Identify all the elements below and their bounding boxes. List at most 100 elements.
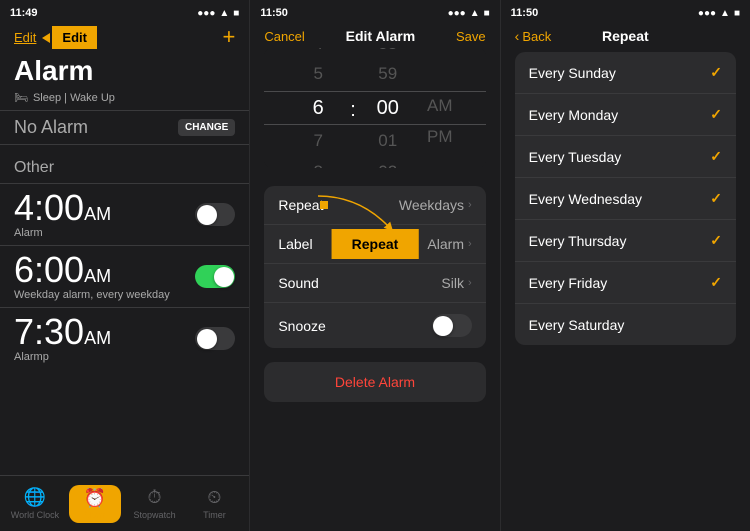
battery-icon-2: ■ xyxy=(484,8,490,19)
label-value-text: Alarm xyxy=(427,236,464,252)
alarm-time-1: 4:00AM xyxy=(14,190,111,226)
world-clock-icon: 🌐 xyxy=(24,487,46,508)
sound-label: Sound xyxy=(278,275,318,291)
nav-stopwatch[interactable]: ⏱ Stopwatch xyxy=(125,487,185,520)
minute-item-01: 01 xyxy=(358,126,418,157)
repeat-monday-row[interactable]: Every Monday ✓ xyxy=(515,94,736,136)
alarm-toggle-3[interactable] xyxy=(195,327,235,350)
repeat-thursday-row[interactable]: Every Thursday ✓ xyxy=(515,220,736,262)
signal-icon: ●●● xyxy=(197,8,215,19)
alarm-sub-3: Alarmp xyxy=(14,351,111,363)
sleep-label: Sleep | Wake Up xyxy=(33,92,115,104)
alarm-sub-2: Weekday alarm, every weekday xyxy=(14,289,170,301)
repeat-wednesday-row[interactable]: Every Wednesday ✓ xyxy=(515,178,736,220)
delete-alarm-button[interactable]: Delete Alarm xyxy=(264,362,485,402)
panel2-nav: Cancel Edit Alarm Save xyxy=(250,22,499,48)
wifi-icon-2: ▲ xyxy=(470,8,480,19)
alarm-sub-1: Alarm xyxy=(14,227,111,239)
status-bar-2: 11:50 ●●● ▲ ■ xyxy=(250,0,499,22)
thursday-checkmark: ✓ xyxy=(710,232,722,249)
back-label: Back xyxy=(522,29,551,44)
panel3-nav: ‹ Back Repeat xyxy=(501,22,750,52)
minute-picker-col[interactable]: 58 59 00 01 02 xyxy=(358,48,418,168)
minute-item-00: 00 xyxy=(358,90,418,126)
label-value: Alarm › xyxy=(427,236,471,252)
edit-alarm-panel: 11:50 ●●● ▲ ■ Cancel Edit Alarm Save 4 5… xyxy=(250,0,500,531)
snooze-row[interactable]: Snooze xyxy=(264,303,485,348)
no-alarm-row: No Alarm CHANGE xyxy=(0,110,249,145)
minute-item-02: 02 xyxy=(358,157,418,168)
status-time-1: 11:49 xyxy=(10,7,38,19)
repeat-value-text: Weekdays xyxy=(399,197,464,213)
bottom-nav: 🌐 World Clock ⏰ Alarm ⏱ Stopwatch ⏲ Time… xyxy=(0,475,249,531)
repeat-saturday-row[interactable]: Every Saturday ✓ xyxy=(515,304,736,345)
timer-icon: ⏲ xyxy=(207,487,221,508)
tuesday-label: Every Tuesday xyxy=(529,149,622,165)
minute-item-58: 58 xyxy=(358,48,418,59)
alarm-toggle-2[interactable] xyxy=(195,265,235,288)
nav-world-clock[interactable]: 🌐 World Clock xyxy=(5,487,65,520)
sleep-wakup-row: 🛏 Sleep | Wake Up xyxy=(0,89,249,110)
repeat-title: Repeat xyxy=(602,28,649,44)
status-time-2: 11:50 xyxy=(260,7,288,19)
add-alarm-button[interactable]: + xyxy=(222,26,235,48)
snooze-toggle[interactable] xyxy=(432,314,472,337)
alarm-item-3[interactable]: 7:30AM Alarmp xyxy=(0,307,249,369)
tuesday-checkmark: ✓ xyxy=(710,148,722,165)
repeat-value: Weekdays › xyxy=(399,197,472,213)
other-section-label: Other xyxy=(0,155,249,183)
wednesday-checkmark: ✓ xyxy=(710,190,722,207)
nav-timer[interactable]: ⏲ Timer xyxy=(184,487,244,520)
back-button[interactable]: ‹ Back xyxy=(515,28,552,44)
sound-value: Silk › xyxy=(441,275,471,291)
repeat-panel: 11:50 ●●● ▲ ■ ‹ Back Repeat Every Sunday… xyxy=(501,0,750,531)
label-label: Label xyxy=(278,236,312,252)
sound-row[interactable]: Sound Silk › xyxy=(264,264,485,303)
settings-group: Repeat Weekdays › Label Alarm › Repeat xyxy=(264,186,485,348)
monday-label: Every Monday xyxy=(529,107,618,123)
repeat-tuesday-row[interactable]: Every Tuesday ✓ xyxy=(515,136,736,178)
sunday-checkmark: ✓ xyxy=(710,64,722,81)
pm-item: PM xyxy=(418,122,462,153)
hour-item-5: 5 xyxy=(288,59,348,90)
sunday-label: Every Sunday xyxy=(529,65,616,81)
alarm-time-3: 7:30AM xyxy=(14,314,111,350)
repeat-days-list: Every Sunday ✓ Every Monday ✓ Every Tues… xyxy=(515,52,736,345)
edit-alarm-title: Edit Alarm xyxy=(346,28,416,44)
settings-section: Repeat Weekdays › Label Alarm › Repeat xyxy=(250,176,499,348)
am-item: AM xyxy=(418,91,462,122)
alarm-item-1[interactable]: 4:00AM Alarm xyxy=(0,183,249,245)
save-button[interactable]: Save xyxy=(456,29,486,44)
ampm-picker-col[interactable]: AM PM xyxy=(418,48,462,168)
signal-icon-3: ●●● xyxy=(698,8,716,19)
wifi-icon-3: ▲ xyxy=(720,8,730,19)
saturday-label: Every Saturday xyxy=(529,317,625,333)
battery-icon-3: ■ xyxy=(734,8,740,19)
alarm-toggle-1[interactable] xyxy=(195,203,235,226)
repeat-sunday-row[interactable]: Every Sunday ✓ xyxy=(515,52,736,94)
cancel-button[interactable]: Cancel xyxy=(264,29,304,44)
alarm-item-2[interactable]: 6:00AM Weekday alarm, every weekday xyxy=(0,245,249,307)
repeat-row[interactable]: Repeat Weekdays › xyxy=(264,186,485,225)
sound-chevron: › xyxy=(468,277,472,289)
alarm-list-panel: 11:49 ●●● ▲ ■ Edit Edit + Alarm 🛏 Sleep … xyxy=(0,0,250,531)
world-clock-label: World Clock xyxy=(11,510,59,520)
label-chevron: › xyxy=(468,238,472,250)
hour-item-6: 6 xyxy=(288,90,348,126)
repeat-chevron: › xyxy=(468,199,472,211)
status-icons-3: ●●● ▲ ■ xyxy=(698,8,740,19)
time-picker[interactable]: 4 5 6 7 8 : 58 59 00 01 02 AM PM xyxy=(264,48,485,168)
alarm-nav-icon: ⏰ xyxy=(84,488,106,509)
nav-alarm[interactable]: ⏰ Alarm xyxy=(65,485,125,523)
repeat-friday-row[interactable]: Every Friday ✓ xyxy=(515,262,736,304)
status-time-3: 11:50 xyxy=(511,7,539,19)
hour-picker-col[interactable]: 4 5 6 7 8 xyxy=(288,48,348,168)
change-button[interactable]: CHANGE xyxy=(178,119,235,136)
timer-label: Timer xyxy=(203,510,226,520)
back-chevron-icon: ‹ xyxy=(515,28,520,44)
label-row[interactable]: Label Alarm › Repeat xyxy=(264,225,485,264)
signal-icon-2: ●●● xyxy=(448,8,466,19)
edit-button[interactable]: Edit xyxy=(14,30,36,45)
edit-annotation-box: Edit xyxy=(52,26,97,49)
minute-item-59: 59 xyxy=(358,59,418,90)
